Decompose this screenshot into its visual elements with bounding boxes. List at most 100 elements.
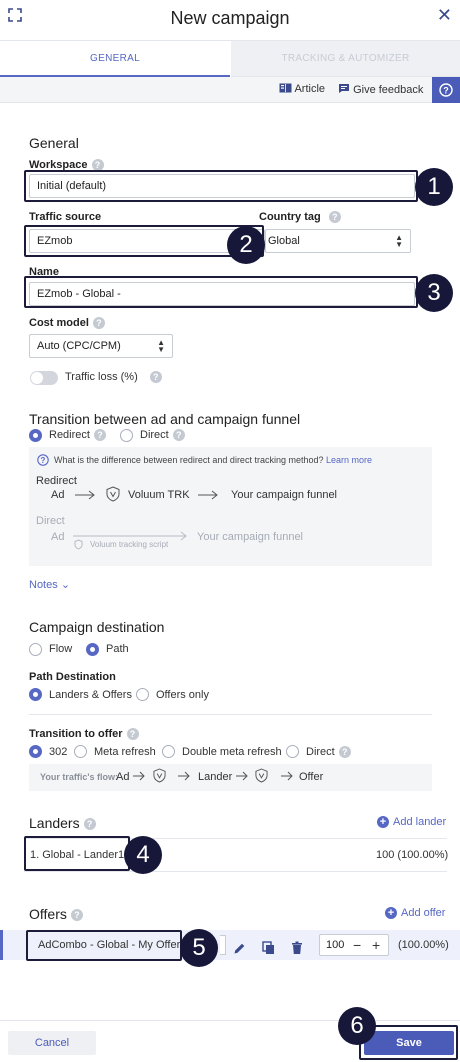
traffic-loss-label: Traffic loss (%)? xyxy=(65,371,162,384)
offer-weight-value: 100 xyxy=(326,939,345,951)
general-heading: General xyxy=(29,135,79,151)
help-icon[interactable]: ? xyxy=(338,746,351,759)
chevron-down-icon: ⌄ xyxy=(60,579,71,591)
302-option: 302 xyxy=(49,746,68,758)
article-label: Article xyxy=(294,83,326,95)
cost-model-value: Auto (CPC/CPM) xyxy=(37,340,121,352)
help-bar: Article Give feedback ? xyxy=(0,77,460,103)
direct-option: Direct? xyxy=(140,429,185,442)
offers-only-radio[interactable] xyxy=(136,688,149,701)
direct-offer-option: Direct? xyxy=(306,746,351,759)
give-feedback-label: Give feedback xyxy=(353,84,424,96)
help-icon[interactable]: ? xyxy=(126,728,139,741)
tab-tracking-automizer[interactable]: TRACKING & AUTOMIZER xyxy=(231,41,460,77)
direct-title: Direct xyxy=(36,515,65,527)
callout-3: 3 xyxy=(415,274,453,312)
modal-title: New campaign xyxy=(170,8,290,28)
help-icon[interactable]: ? xyxy=(92,317,105,330)
destination-heading: Campaign destination xyxy=(29,619,165,635)
close-icon[interactable]: ✕ xyxy=(437,5,452,26)
add-offer-button[interactable]: + Add offer xyxy=(385,907,445,920)
feedback-icon xyxy=(339,84,349,93)
transition-offer-label: Transition to offer? xyxy=(29,728,139,741)
arrow-right-icon xyxy=(133,771,145,781)
help-icon[interactable]: ? xyxy=(172,429,185,442)
redirect-title: Redirect xyxy=(36,475,77,487)
flow-lander: Lander xyxy=(198,771,233,783)
302-radio[interactable] xyxy=(29,745,42,758)
give-feedback-link[interactable]: Give feedback xyxy=(338,83,423,96)
voluum-shield-icon xyxy=(255,768,268,783)
country-tag-value: Global xyxy=(268,235,300,247)
arrow-right-icon xyxy=(178,771,190,781)
learn-more-link[interactable]: Learn more xyxy=(326,455,372,465)
callout-2: 2 xyxy=(227,226,265,264)
direct-radio[interactable] xyxy=(120,429,133,442)
traffic-flow-label: Your traffic's flow: xyxy=(40,772,118,782)
toggle-knob xyxy=(31,372,43,384)
traffic-loss-toggle[interactable] xyxy=(30,371,58,385)
callout-5: 5 xyxy=(180,929,218,967)
article-link[interactable]: Article xyxy=(279,83,325,95)
offers-heading: Offers? xyxy=(29,906,83,922)
lander-row-weight[interactable]: 100 (100.00%) xyxy=(376,849,448,861)
redirect-radio[interactable] xyxy=(29,429,42,442)
callout-box-4 xyxy=(24,836,130,871)
cost-model-label: Cost model? xyxy=(29,317,105,330)
direct-script: Voluum tracking script xyxy=(90,540,169,549)
tab-bar: GENERAL TRACKING & AUTOMIZER xyxy=(0,40,460,77)
cost-model-select[interactable]: Auto (CPC/CPM) ▲ ▼ xyxy=(29,334,173,358)
voluum-shield-icon xyxy=(106,486,120,502)
country-tag-select[interactable]: Global ▲ ▼ xyxy=(265,229,411,253)
offer-weight-stepper[interactable]: 100 − + xyxy=(319,934,389,956)
question-icon: ? xyxy=(439,83,453,97)
transition-heading: Transition between ad and campaign funne… xyxy=(29,411,301,427)
flow-radio[interactable] xyxy=(29,643,42,656)
plus-icon[interactable]: + xyxy=(372,935,380,955)
help-icon[interactable]: ? xyxy=(93,429,106,442)
trash-icon[interactable] xyxy=(291,941,303,955)
minus-icon[interactable]: − xyxy=(353,935,361,955)
path-radio[interactable] xyxy=(86,643,99,656)
modal-header: New campaign ✕ xyxy=(0,0,460,40)
path-option: Path xyxy=(106,643,129,655)
book-icon xyxy=(279,83,292,93)
help-icon[interactable]: ? xyxy=(83,818,96,831)
help-icon[interactable]: ? xyxy=(149,371,162,384)
arrow-right-icon xyxy=(281,771,293,781)
offer-select-edge xyxy=(220,935,226,955)
redirect-ad: Ad xyxy=(51,489,65,501)
arrow-right-icon xyxy=(75,490,95,500)
redirect-trk: Voluum TRK xyxy=(128,489,190,501)
add-lander-button[interactable]: + Add lander xyxy=(377,816,446,829)
copy-icon[interactable] xyxy=(262,941,275,955)
transition-info-text: What is the difference between redirect … xyxy=(54,455,373,465)
info-icon: ? xyxy=(37,454,49,466)
country-tag-label: Country tag? xyxy=(259,211,341,224)
landers-heading: Landers? xyxy=(29,815,96,831)
direct-offer-radio[interactable] xyxy=(286,745,299,758)
redirect-funnel: Your campaign funnel xyxy=(231,489,338,501)
tab-general[interactable]: GENERAL xyxy=(0,41,230,77)
notes-toggle[interactable]: Notes ⌄ xyxy=(29,578,70,591)
double-meta-refresh-radio[interactable] xyxy=(162,745,175,758)
divider xyxy=(29,714,432,715)
callout-4: 4 xyxy=(124,836,162,874)
help-icon[interactable]: ? xyxy=(328,211,341,224)
offer-row-percent: (100.00%) xyxy=(398,939,449,951)
flow-option: Flow xyxy=(49,643,73,655)
cancel-button[interactable]: Cancel xyxy=(8,1031,96,1055)
direct-ad: Ad xyxy=(51,531,65,543)
callout-6: 6 xyxy=(338,1007,376,1045)
landers-offers-option: Landers & Offers xyxy=(49,689,132,701)
landers-offers-radio[interactable] xyxy=(29,688,42,701)
select-arrows-icon: ▲ ▼ xyxy=(395,233,403,249)
plus-icon: + xyxy=(377,816,389,829)
script-icon xyxy=(74,539,83,550)
pencil-icon[interactable] xyxy=(233,942,246,955)
help-icon[interactable]: ? xyxy=(70,909,83,922)
meta-refresh-radio[interactable] xyxy=(74,745,87,758)
divider xyxy=(24,871,447,872)
arrow-right-icon xyxy=(198,490,218,500)
help-button[interactable]: ? xyxy=(432,77,460,103)
